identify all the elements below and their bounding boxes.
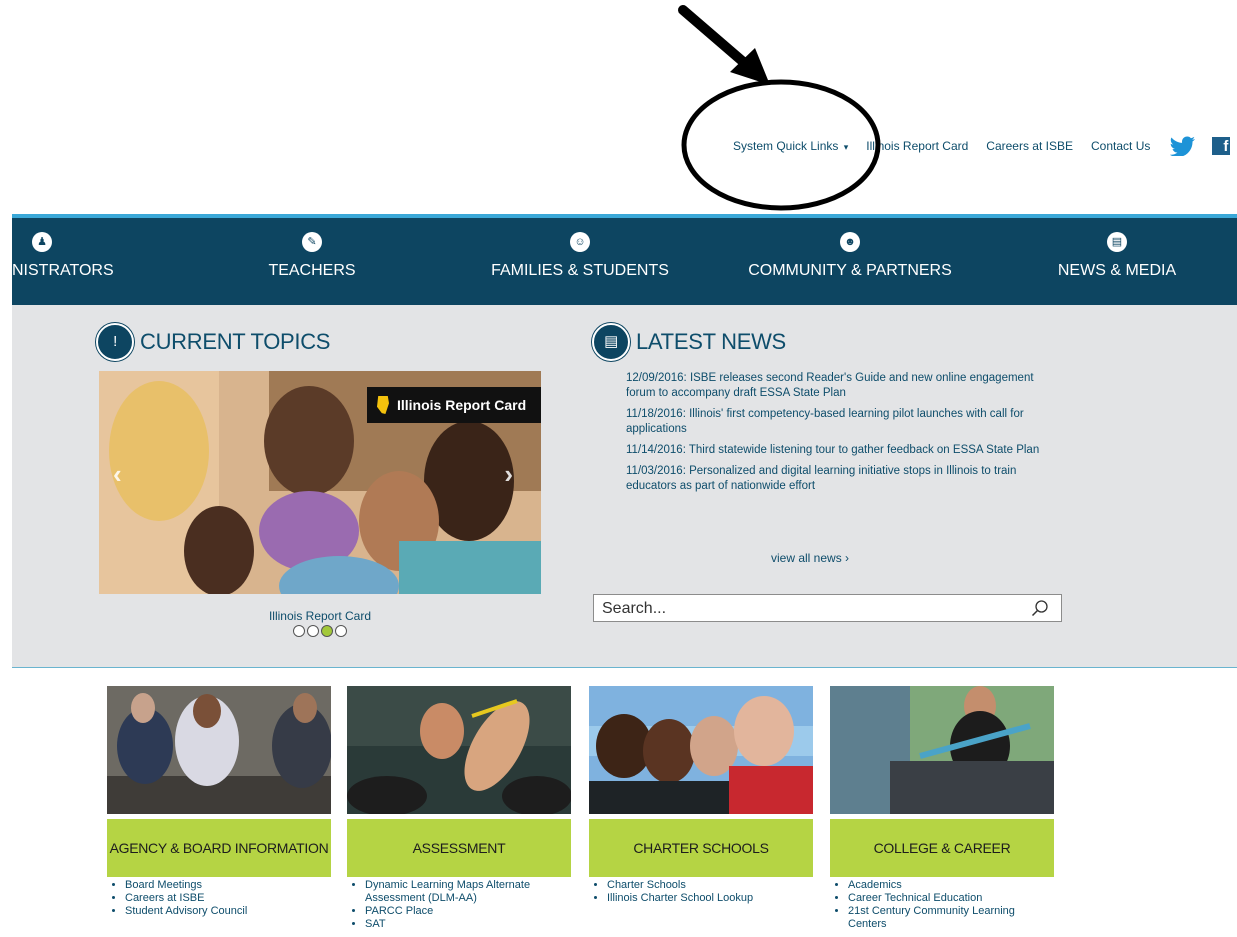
administrator-icon: ♟ — [32, 232, 52, 252]
nav-label: NEWS & MEDIA — [1057, 262, 1177, 279]
teacher-icon: ✎ — [302, 232, 322, 252]
annotation-overlay — [678, 5, 881, 211]
carousel-dots — [99, 624, 541, 642]
card-link[interactable]: Careers at ISBE — [125, 892, 331, 905]
card-link[interactable]: Charter Schools — [607, 879, 813, 892]
nav-families-students[interactable]: ☺ FAMILIES & STUDENTS — [480, 232, 680, 280]
caret-down-icon: ▾ — [843, 142, 849, 152]
card-college-career: COLLEGE & CAREER Academics Career Techni… — [830, 686, 1054, 931]
college-career-image[interactable] — [830, 686, 1054, 814]
card-links: Academics Career Technical Education 21s… — [830, 879, 1054, 931]
nav-label: ADMINISTRATORS — [12, 262, 114, 279]
card-label[interactable]: AGENCY & BOARD INFORMATION — [107, 819, 331, 877]
carousel-dot-4[interactable] — [335, 625, 347, 637]
latest-news-title: LATEST NEWS — [636, 329, 786, 354]
nav-label: FAMILIES & STUDENTS — [491, 262, 669, 279]
illinois-state-icon — [377, 396, 389, 414]
search-icon[interactable] — [1031, 599, 1049, 617]
illinois-report-card-link[interactable]: Illinois Report Card — [866, 139, 968, 153]
card-link[interactable]: Illinois Charter School Lookup — [607, 892, 813, 905]
community-icon: ☻ — [840, 232, 860, 252]
news-item[interactable]: 11/03/2016: Personalized and digital lea… — [626, 464, 1046, 494]
card-label[interactable]: COLLEGE & CAREER — [830, 819, 1054, 877]
current-topics-title: CURRENT TOPICS — [140, 329, 331, 354]
contact-us-link[interactable]: Contact Us — [1091, 139, 1150, 153]
card-links: Dynamic Learning Maps Alternate Assessme… — [347, 879, 571, 931]
main-nav: ♟ ADMINISTRATORS ✎ TEACHERS ☺ FAMILIES &… — [12, 214, 1237, 305]
card-label[interactable]: ASSESSMENT — [347, 819, 571, 877]
card-links: Board Meetings Careers at ISBE Student A… — [107, 879, 331, 918]
assessment-image[interactable] — [347, 686, 572, 816]
carousel-dot-1[interactable] — [293, 625, 305, 637]
lightbulb-icon: ! — [96, 323, 134, 361]
report-card-badge: Illinois Report Card — [367, 387, 541, 423]
news-item[interactable]: 11/14/2016: Third statewide listening to… — [626, 443, 1046, 458]
card-link[interactable]: SAT — [365, 918, 571, 931]
card-link[interactable]: Academics — [848, 879, 1054, 892]
facebook-icon[interactable]: f — [1212, 137, 1231, 155]
card-label[interactable]: CHARTER SCHOOLS — [589, 819, 813, 877]
carousel-caption[interactable]: Illinois Report Card — [99, 609, 541, 623]
news-list: 12/09/2016: ISBE releases second Reader'… — [626, 371, 1046, 500]
utility-links: System Quick Links ▾ Illinois Report Car… — [733, 136, 1231, 156]
card-link[interactable]: PARCC Place — [365, 905, 571, 918]
search-input[interactable] — [600, 598, 1024, 620]
news-item[interactable]: 12/09/2016: ISBE releases second Reader'… — [626, 371, 1046, 401]
twitter-icon[interactable] — [1170, 136, 1196, 156]
view-all-news-link[interactable]: view all news › — [771, 551, 849, 565]
card-agency-board: AGENCY & BOARD INFORMATION Board Meeting… — [107, 686, 332, 918]
card-links: Charter Schools Illinois Charter School … — [589, 879, 813, 905]
news-icon: ▤ — [1107, 232, 1127, 252]
carousel-dot-3-active[interactable] — [321, 625, 333, 637]
card-link[interactable]: Career Technical Education — [848, 892, 1054, 905]
nav-teachers[interactable]: ✎ TEACHERS — [252, 232, 372, 280]
nav-administrators[interactable]: ♟ ADMINISTRATORS — [12, 232, 114, 280]
annotation-arrow — [678, 5, 753, 71]
card-link[interactable]: Board Meetings — [125, 879, 331, 892]
current-topics-heading: ! CURRENT TOPICS — [96, 323, 330, 361]
topics-carousel[interactable]: Illinois Report Card ‹ › — [99, 371, 541, 594]
nav-label: TEACHERS — [268, 262, 356, 279]
annotation-arrowhead — [730, 48, 770, 85]
carousel-prev-button[interactable]: ‹ — [113, 459, 122, 490]
careers-at-isbe-link[interactable]: Careers at ISBE — [986, 139, 1073, 153]
nav-label: COMMUNITY & PARTNERS — [748, 262, 952, 279]
newspaper-icon: ▤ — [592, 323, 630, 361]
system-quick-links-label: System Quick Links — [733, 139, 839, 153]
card-link[interactable]: 21st Century Community Learning Centers — [848, 905, 1054, 931]
latest-news-heading: ▤ LATEST NEWS — [592, 323, 786, 361]
search-box — [593, 594, 1062, 622]
card-charter-schools: CHARTER SCHOOLS Charter Schools Illinois… — [589, 686, 813, 905]
report-card-badge-label: Illinois Report Card — [397, 397, 527, 413]
agency-board-image[interactable] — [107, 686, 332, 814]
news-item[interactable]: 11/18/2016: Illinois' first competency-b… — [626, 407, 1046, 437]
family-icon: ☺ — [570, 232, 590, 252]
nav-community-partners[interactable]: ☻ COMMUNITY & PARTNERS — [740, 232, 960, 280]
card-link[interactable]: Dynamic Learning Maps Alternate Assessme… — [365, 879, 571, 905]
carousel-next-button[interactable]: › — [504, 459, 513, 490]
card-assessment: ASSESSMENT Dynamic Learning Maps Alterna… — [347, 686, 572, 931]
card-link[interactable]: Student Advisory Council — [125, 905, 331, 918]
nav-news-media[interactable]: ▤ NEWS & MEDIA — [1052, 232, 1182, 280]
charter-schools-image[interactable] — [589, 686, 813, 814]
system-quick-links-dropdown[interactable]: System Quick Links ▾ — [733, 139, 848, 153]
carousel-dot-2[interactable] — [307, 625, 319, 637]
